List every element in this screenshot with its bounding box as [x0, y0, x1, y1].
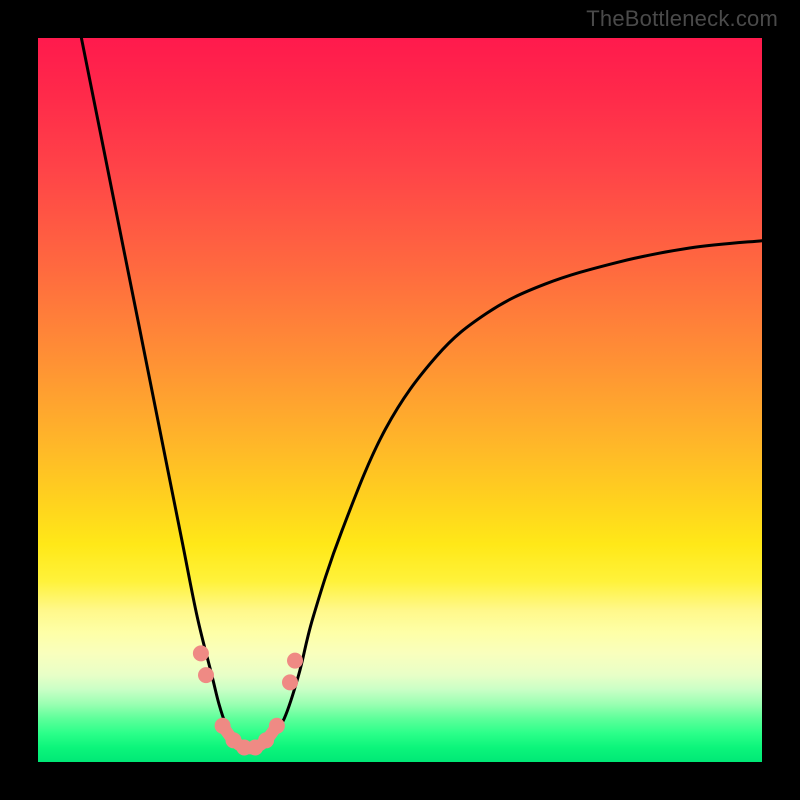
watermark-text: TheBottleneck.com: [586, 6, 778, 32]
plot-area: [38, 38, 762, 762]
data-marker: [258, 732, 274, 748]
bottleneck-curve: [81, 38, 762, 752]
chart-frame: TheBottleneck.com: [0, 0, 800, 800]
data-marker: [269, 718, 285, 734]
data-marker: [287, 653, 303, 669]
data-marker: [215, 718, 231, 734]
data-marker: [198, 667, 214, 683]
chart-svg: [38, 38, 762, 762]
data-marker: [193, 645, 209, 661]
data-marker: [282, 674, 298, 690]
